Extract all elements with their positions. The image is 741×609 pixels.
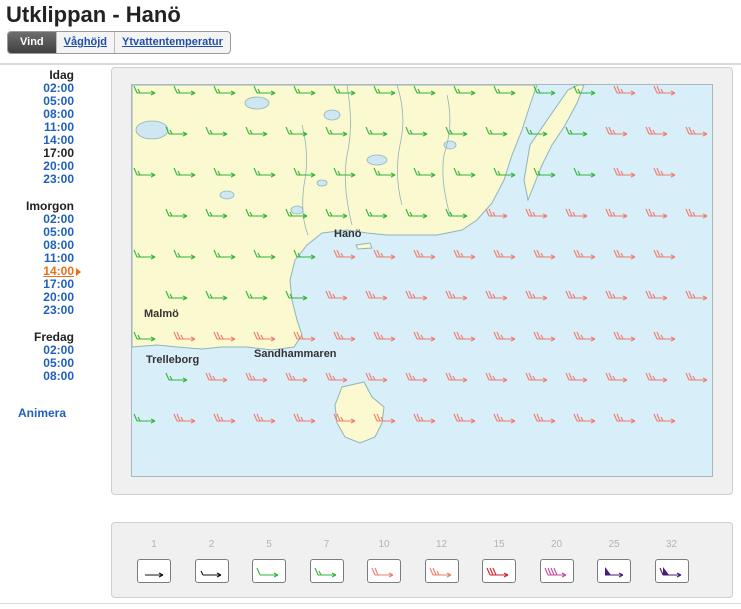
place-label: Malmö	[144, 308, 179, 320]
legend-barb-icon	[194, 559, 229, 583]
legend-speed-label: 15	[493, 539, 505, 550]
header-divider	[0, 63, 741, 65]
time-selected[interactable]: 14:00	[0, 265, 81, 278]
tab-water-temperature[interactable]: Ytvattentemperatur	[114, 32, 230, 53]
wind-map[interactable]: Hanö Malmö Trelleborg Sandhammaren	[131, 84, 713, 477]
legend-speed-label: 20	[550, 539, 563, 550]
legend-barb-icon	[252, 559, 286, 583]
footer-divider	[0, 603, 741, 604]
time-list: Idag 02:00 05:00 08:00 11:00 14:00 17:00…	[0, 69, 81, 383]
legend-barb-icon	[539, 559, 574, 583]
place-label: Sandhammaren	[254, 348, 337, 360]
time-link[interactable]: 08:00	[0, 370, 74, 383]
legend-speed-label: 7	[323, 539, 330, 550]
place-label: Hanö	[334, 228, 362, 240]
legend-speed-label: 1	[151, 539, 157, 550]
legend-speed-label: 12	[435, 539, 448, 550]
page-title: Utklippan - Hanö	[6, 2, 181, 27]
legend-barb-icon	[597, 559, 631, 583]
time-link[interactable]: 23:00	[0, 304, 74, 317]
legend-speed-label: 2	[208, 539, 215, 550]
legend-speed-label: 32	[665, 539, 678, 550]
tab-wind[interactable]: Vind	[8, 32, 56, 53]
wind-speed-legend: 1 2 5 7 10 12 15 20 25 32	[111, 522, 733, 598]
legend-barb-icon	[482, 559, 516, 583]
legend-speed-label: 5	[266, 539, 272, 550]
legend-barb-icon	[137, 559, 171, 583]
view-tabs: Vind Våghöjd Ytvattentemperatur	[7, 31, 231, 54]
time-link[interactable]: 23:00	[0, 173, 74, 186]
legend-barb-icon	[654, 559, 689, 583]
place-label: Trelleborg	[146, 354, 199, 366]
legend-barb-icon	[367, 559, 401, 583]
animate-link[interactable]: Animera	[18, 406, 66, 420]
legend-speed-label: 10	[378, 539, 390, 550]
tab-wave-height[interactable]: Våghöjd	[55, 32, 114, 53]
legend-speed-label: 25	[608, 539, 620, 550]
legend-barb-icon	[309, 559, 344, 583]
legend-barb-icon	[424, 559, 459, 583]
